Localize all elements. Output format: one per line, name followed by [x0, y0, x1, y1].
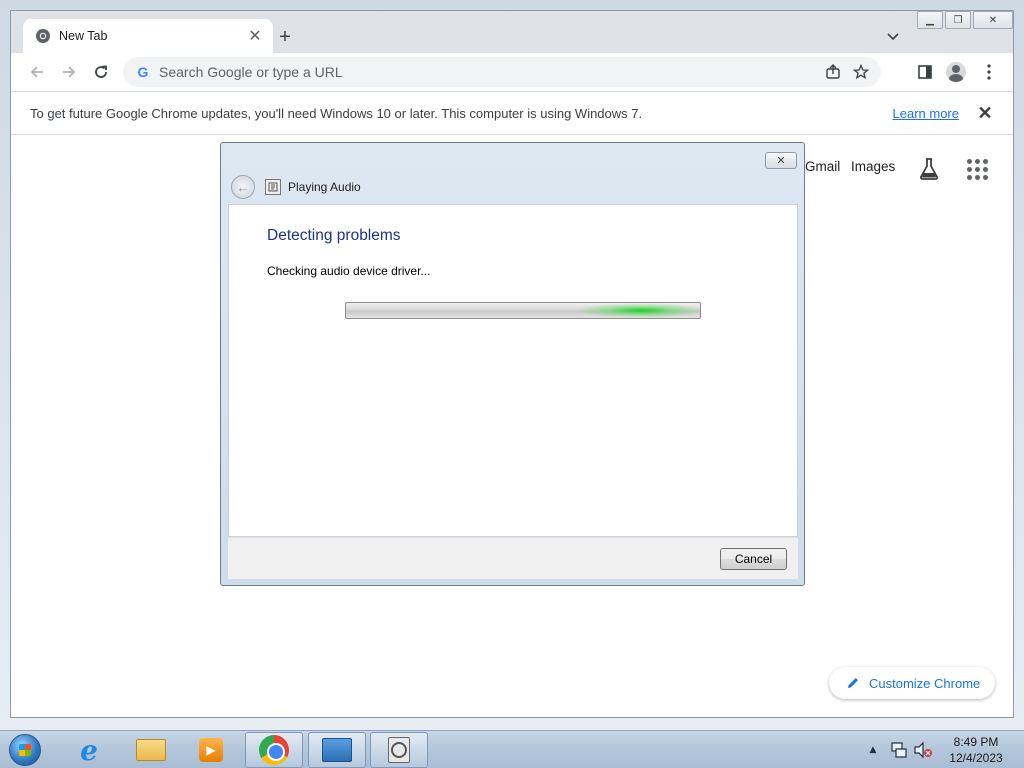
taskbar-media-player[interactable]: ▶ — [182, 732, 240, 768]
learn-more-link[interactable]: Learn more — [893, 106, 959, 121]
taskbar-troubleshooter[interactable] — [370, 732, 428, 768]
control-panel-icon — [322, 738, 352, 762]
minimize-button[interactable]: ▁ — [917, 11, 943, 29]
taskbar-control-panel[interactable] — [308, 732, 366, 768]
tab-new-tab[interactable]: New Tab ✕ — [23, 19, 273, 53]
images-link[interactable]: Images — [851, 159, 895, 174]
windows-logo-icon — [9, 734, 41, 766]
troubleshooter-dialog: ✕ ← Playing Audio Detecting problems Che… — [220, 142, 805, 586]
google-apps-grid-icon[interactable] — [963, 155, 991, 183]
cancel-button[interactable]: Cancel — [720, 548, 787, 570]
dialog-status-text: Checking audio device driver... — [267, 264, 431, 278]
tab-title: New Tab — [59, 29, 108, 43]
pencil-icon — [845, 675, 861, 691]
new-tab-button[interactable]: + — [273, 25, 297, 49]
side-panel-icon[interactable] — [911, 58, 939, 86]
tab-strip: New Tab ✕ + ▁ ❐ ✕ — [11, 11, 1013, 53]
dialog-heading: Detecting problems — [267, 227, 401, 244]
search-input[interactable] — [159, 64, 819, 80]
internet-explorer-icon: e — [80, 733, 98, 767]
window-controls: ▁ ❐ ✕ — [917, 11, 1015, 29]
start-button[interactable] — [4, 732, 46, 768]
dialog-content: Detecting problems Checking audio device… — [228, 204, 798, 537]
volume-muted-icon[interactable] — [913, 740, 933, 760]
clock-date: 12/4/2023 — [949, 751, 1003, 765]
omnibox[interactable]: G — [123, 57, 881, 87]
chrome-favicon-icon — [35, 28, 51, 44]
taskbar-windows-explorer[interactable] — [122, 732, 180, 768]
chrome-icon — [259, 735, 289, 765]
google-g-icon: G — [137, 64, 149, 80]
close-window-button[interactable]: ✕ — [973, 11, 1013, 29]
network-icon[interactable] — [889, 740, 909, 760]
tab-close-icon[interactable]: ✕ — [243, 24, 267, 48]
progress-bar — [345, 302, 701, 319]
taskbar-internet-explorer[interactable]: e — [60, 732, 118, 768]
taskbar-google-chrome[interactable] — [245, 732, 303, 768]
labs-flask-icon[interactable] — [915, 155, 943, 183]
media-player-icon: ▶ — [199, 738, 223, 762]
progress-marquee — [576, 303, 700, 318]
dialog-footer: Cancel — [228, 537, 798, 579]
show-hidden-icons-arrow-icon[interactable]: ▲ — [866, 743, 880, 757]
back-arrow-icon[interactable]: ← — [231, 175, 255, 199]
infobar-close-icon[interactable]: ✕ — [975, 103, 995, 123]
reload-icon[interactable] — [87, 58, 115, 86]
infobar-message: To get future Google Chrome updates, you… — [30, 105, 643, 121]
forward-arrow-icon[interactable] — [55, 58, 83, 86]
bookmark-star-icon[interactable] — [847, 58, 875, 86]
system-clock[interactable]: 8:49 PM 12/4/2023 — [936, 734, 1016, 766]
profile-avatar-icon[interactable] — [942, 58, 970, 86]
folder-icon — [136, 739, 166, 761]
tab-search-chevron-icon[interactable] — [883, 27, 903, 47]
customize-chrome-button[interactable]: Customize Chrome — [829, 667, 995, 699]
more-menu-icon[interactable] — [975, 58, 1003, 86]
clock-time: 8:49 PM — [953, 735, 999, 749]
dialog-close-button[interactable]: ✕ — [765, 152, 797, 169]
customize-chrome-label: Customize Chrome — [869, 675, 981, 691]
update-infobar: To get future Google Chrome updates, you… — [11, 91, 1013, 135]
browser-toolbar: G — [11, 53, 1013, 91]
back-arrow-icon[interactable] — [23, 58, 51, 86]
dialog-title: Playing Audio — [288, 180, 361, 194]
gmail-link[interactable]: Gmail — [805, 159, 840, 174]
share-icon[interactable] — [819, 58, 847, 86]
troubleshooter-icon — [265, 179, 281, 195]
maximize-button[interactable]: ❐ — [945, 11, 971, 29]
taskbar: e ▶ ▲ 8:49 PM 12/4/2023 — [0, 730, 1024, 768]
troubleshooter-icon — [388, 737, 410, 763]
